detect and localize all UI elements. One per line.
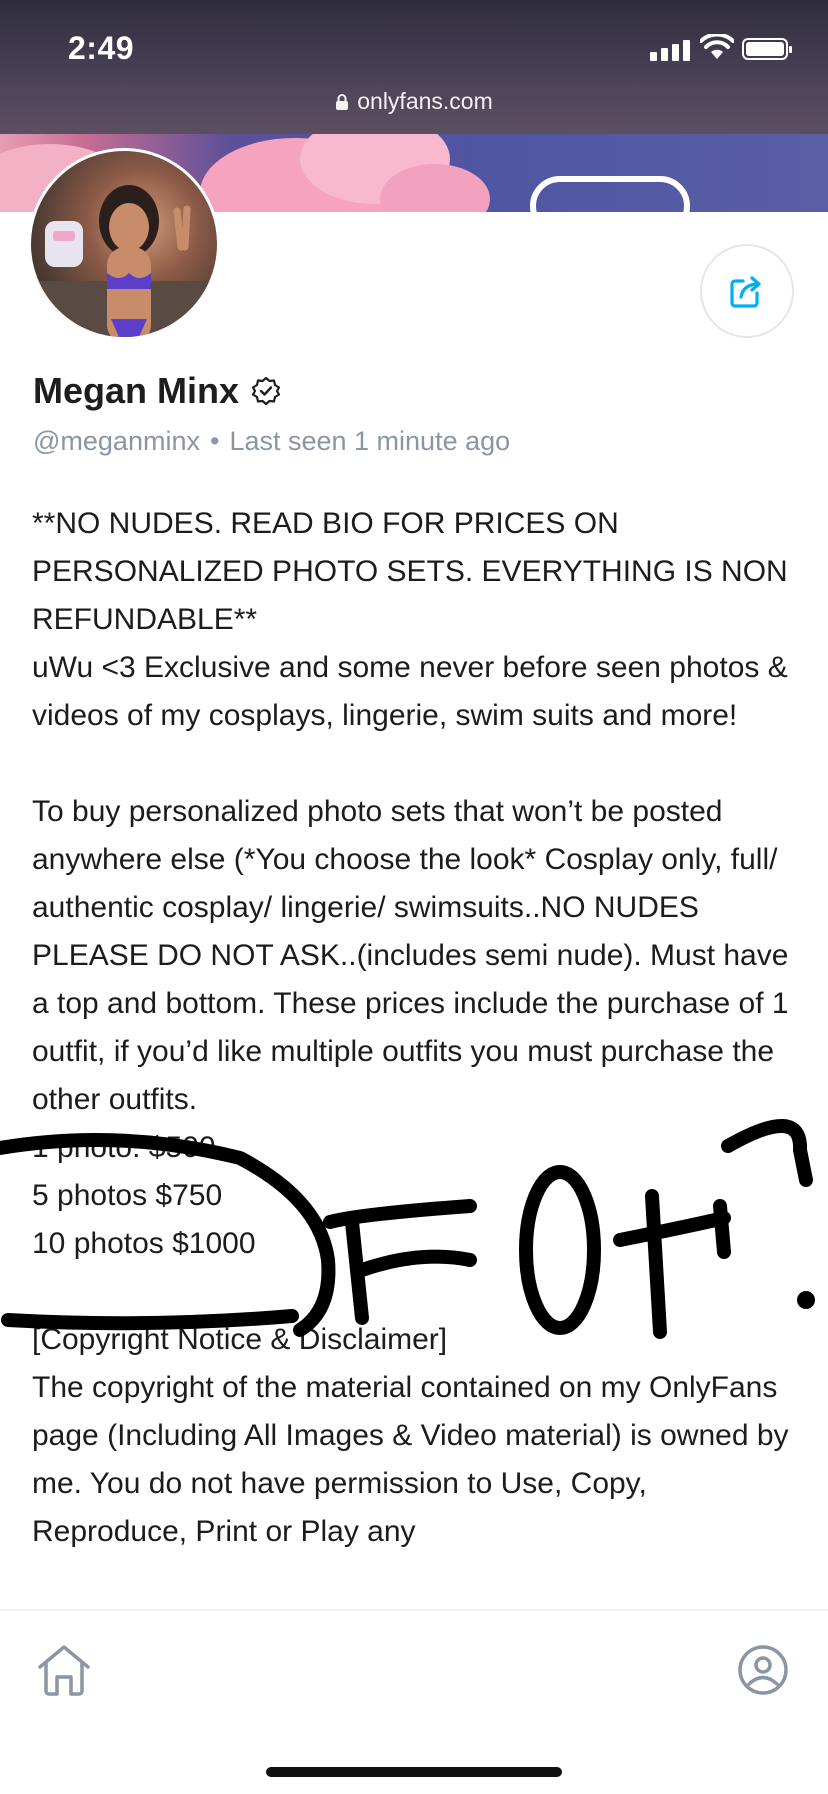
- verified-badge-icon: [251, 376, 281, 406]
- profile-meta: @meganminx • Last seen 1 minute ago: [33, 426, 510, 457]
- profile-name: Megan Minx: [33, 370, 240, 411]
- profile-handle: @meganminx: [33, 426, 200, 456]
- lock-icon: [336, 94, 349, 110]
- wifi-icon: [700, 34, 734, 59]
- address-bar[interactable]: onlyfans.com: [0, 88, 828, 115]
- copyright-text: The copyright of the material contained …: [32, 1371, 789, 1548]
- status-bar: 2:49 onlyfans.com: [0, 0, 828, 134]
- price-item: 10 photos $1000: [32, 1227, 256, 1260]
- avatar-image: [31, 185, 217, 337]
- home-icon[interactable]: [36, 1643, 92, 1697]
- price-item: 5 photos $750: [32, 1179, 223, 1212]
- separator-dot: •: [209, 426, 220, 456]
- home-indicator: [266, 1767, 562, 1777]
- bottom-navigation: [0, 1609, 828, 1794]
- avatar[interactable]: [28, 148, 220, 340]
- share-icon: [730, 276, 761, 308]
- bio-notice: **NO NUDES. READ BIO FOR PRICES ON PERSO…: [32, 507, 788, 636]
- cellular-signal-icon: [650, 40, 690, 61]
- battery-icon: [742, 38, 792, 60]
- banner-logo: [530, 176, 690, 212]
- profile-bio: **NO NUDES. READ BIO FOR PRICES ON PERSO…: [32, 500, 802, 1556]
- url-text: onlyfans.com: [357, 88, 493, 114]
- bio-personalized-info: To buy personalized photo sets that won’…: [32, 795, 789, 1116]
- copyright-heading: [Copyright Notice & Disclaimer]: [32, 1323, 448, 1356]
- share-button[interactable]: [700, 244, 794, 338]
- bio-intro: uWu <3 Exclusive and some never before s…: [32, 651, 788, 732]
- profile-icon[interactable]: [736, 1643, 790, 1697]
- last-seen: Last seen 1 minute ago: [229, 426, 511, 456]
- profile-name-row: Megan Minx: [33, 370, 281, 412]
- price-item: 1 photo: $500: [32, 1131, 216, 1164]
- status-time: 2:49: [68, 30, 135, 66]
